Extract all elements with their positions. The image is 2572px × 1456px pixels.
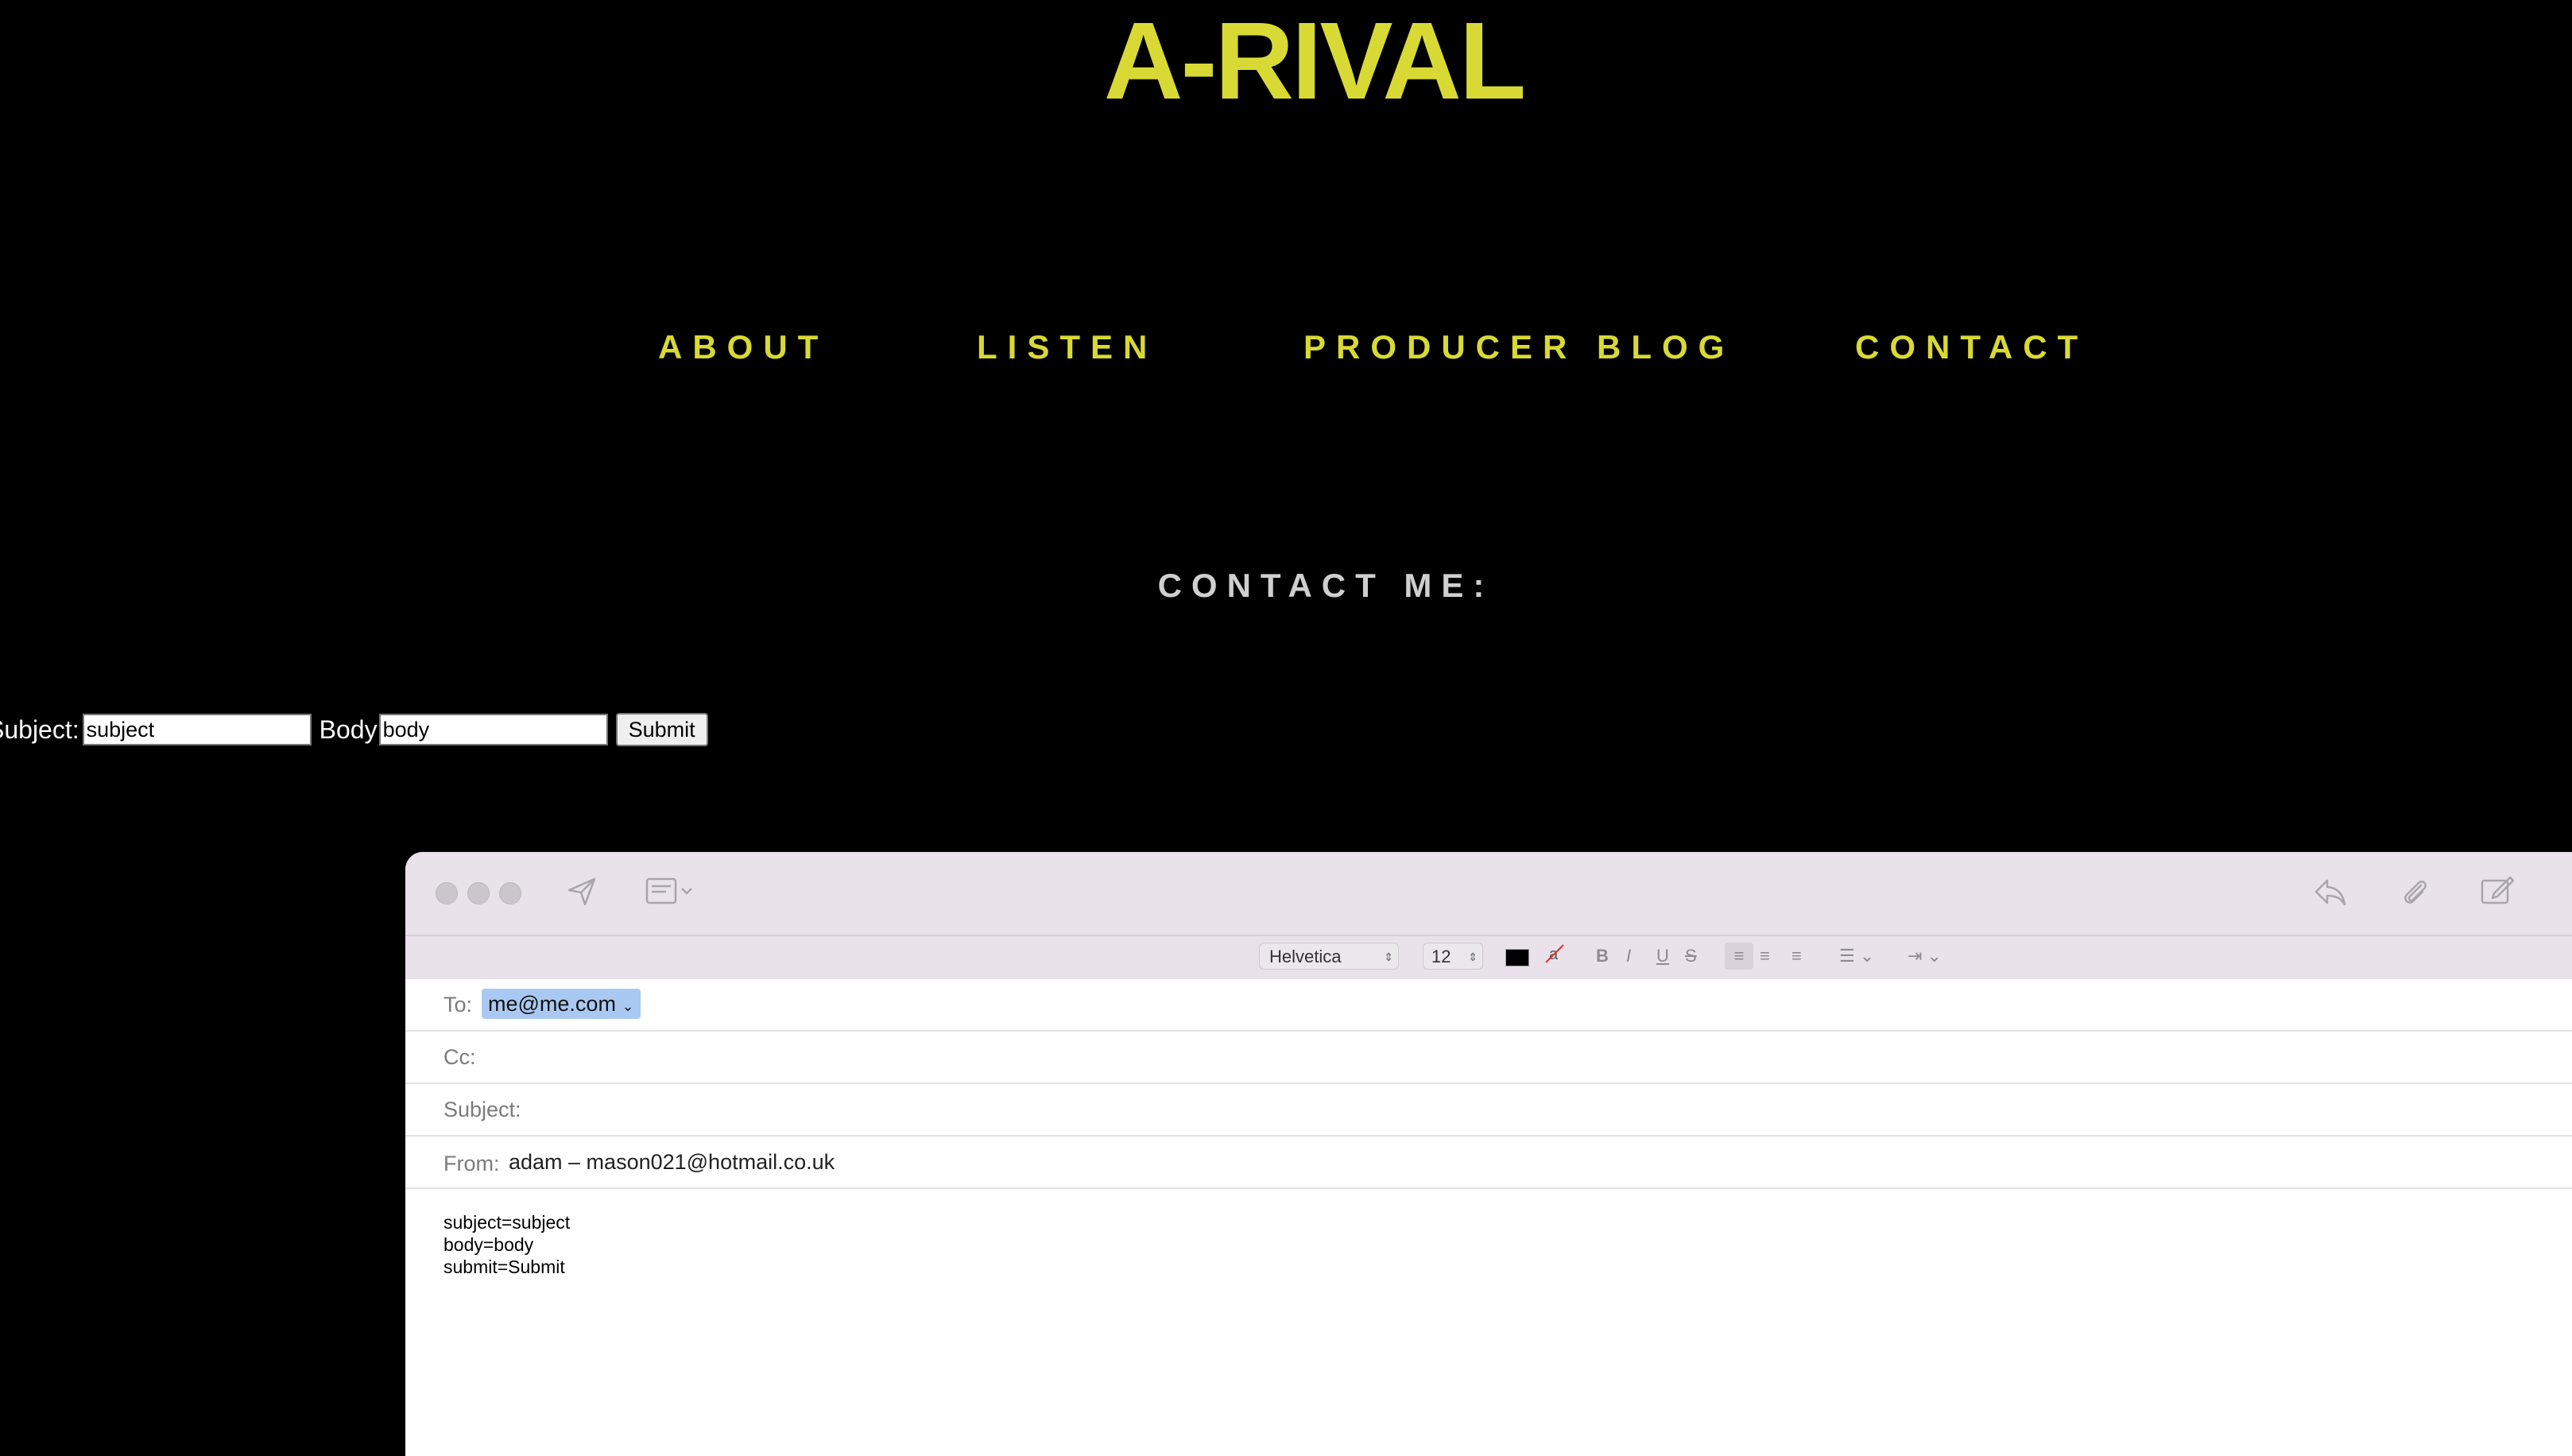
- submit-button[interactable]: Submit: [615, 713, 708, 746]
- cc-row[interactable]: Cc:: [405, 1032, 2572, 1084]
- from-value[interactable]: adam – mason021@hotmail.co.uk: [509, 1137, 835, 1187]
- font-size-value: 12: [1431, 947, 1451, 966]
- body-label: Body: [319, 714, 378, 744]
- markup-icon[interactable]: [2480, 874, 2515, 912]
- text-color-icon[interactable]: [1505, 949, 1529, 966]
- from-label: From:: [444, 1152, 500, 1175]
- mail-compose-window: Helvetica ⇕ 12 ⇕ a B I U S ≡ ≡ ≡ ☰ ⌄ ⇥ ⌄…: [405, 852, 2572, 1456]
- site-title: A-RIVAL: [1103, 0, 1526, 122]
- attachment-icon[interactable]: [2399, 876, 2431, 913]
- font-family-select[interactable]: Helvetica ⇕: [1259, 943, 1399, 970]
- align-left-icon[interactable]: ≡: [1725, 943, 1753, 970]
- font-size-select[interactable]: 12 ⇕: [1423, 943, 1483, 970]
- align-right-icon[interactable]: ≡: [1791, 943, 1802, 970]
- stepper-icon: ⇕: [1468, 951, 1478, 963]
- zoom-window-button[interactable]: [499, 882, 521, 904]
- body-line: subject=subject: [444, 1212, 571, 1233]
- bold-icon[interactable]: B: [1596, 943, 1609, 970]
- to-row: To: me@me.com ⌄: [405, 979, 2572, 1032]
- strikethrough-icon[interactable]: S: [1685, 943, 1697, 970]
- nav-producer-blog[interactable]: PRODUCER BLOG: [1303, 327, 1734, 367]
- chevron-down-icon: ⌄: [622, 998, 634, 1014]
- minimize-window-button[interactable]: [467, 882, 490, 904]
- send-icon[interactable]: [566, 876, 598, 913]
- subject-label: Subject:: [0, 714, 79, 744]
- cc-label: Cc:: [444, 1045, 476, 1069]
- close-window-button[interactable]: [436, 882, 458, 904]
- italic-icon[interactable]: I: [1626, 943, 1631, 970]
- subject-field-label: Subject:: [444, 1098, 521, 1121]
- font-family-value: Helvetica: [1269, 947, 1342, 966]
- list-icon[interactable]: ☰ ⌄: [1839, 943, 1874, 970]
- to-label: To:: [444, 993, 473, 1016]
- contact-form: Subject: Body Submit: [0, 712, 708, 747]
- indent-icon[interactable]: ⇥ ⌄: [1908, 943, 1942, 970]
- header-fields-icon[interactable]: [645, 877, 696, 912]
- body-line: submit=Submit: [444, 1257, 565, 1277]
- subject-input[interactable]: [82, 714, 312, 745]
- contact-heading: CONTACT ME:: [1157, 567, 1494, 604]
- underline-icon[interactable]: U: [1656, 943, 1669, 970]
- nav-listen[interactable]: LISTEN: [977, 327, 1157, 367]
- subject-row[interactable]: Subject:: [405, 1084, 2572, 1137]
- nav-contact[interactable]: CONTACT: [1855, 327, 2088, 367]
- nav-about[interactable]: ABOUT: [658, 327, 828, 367]
- body-line: body=body: [444, 1234, 534, 1255]
- message-body[interactable]: subject=subject body=body submit=Submit: [444, 1211, 570, 1278]
- from-row: From: adam – mason021@hotmail.co.uk: [405, 1137, 2572, 1189]
- recipient-chip[interactable]: me@me.com ⌄: [482, 989, 641, 1019]
- mail-toolbar: [405, 852, 2572, 936]
- reply-icon[interactable]: [2313, 876, 2348, 913]
- stepper-icon: ⇕: [1384, 951, 1393, 963]
- recipient-value: me@me.com: [488, 992, 616, 1016]
- body-input[interactable]: [378, 714, 608, 745]
- align-center-icon[interactable]: ≡: [1760, 943, 1770, 970]
- background-color-icon[interactable]: a: [1544, 943, 1566, 973]
